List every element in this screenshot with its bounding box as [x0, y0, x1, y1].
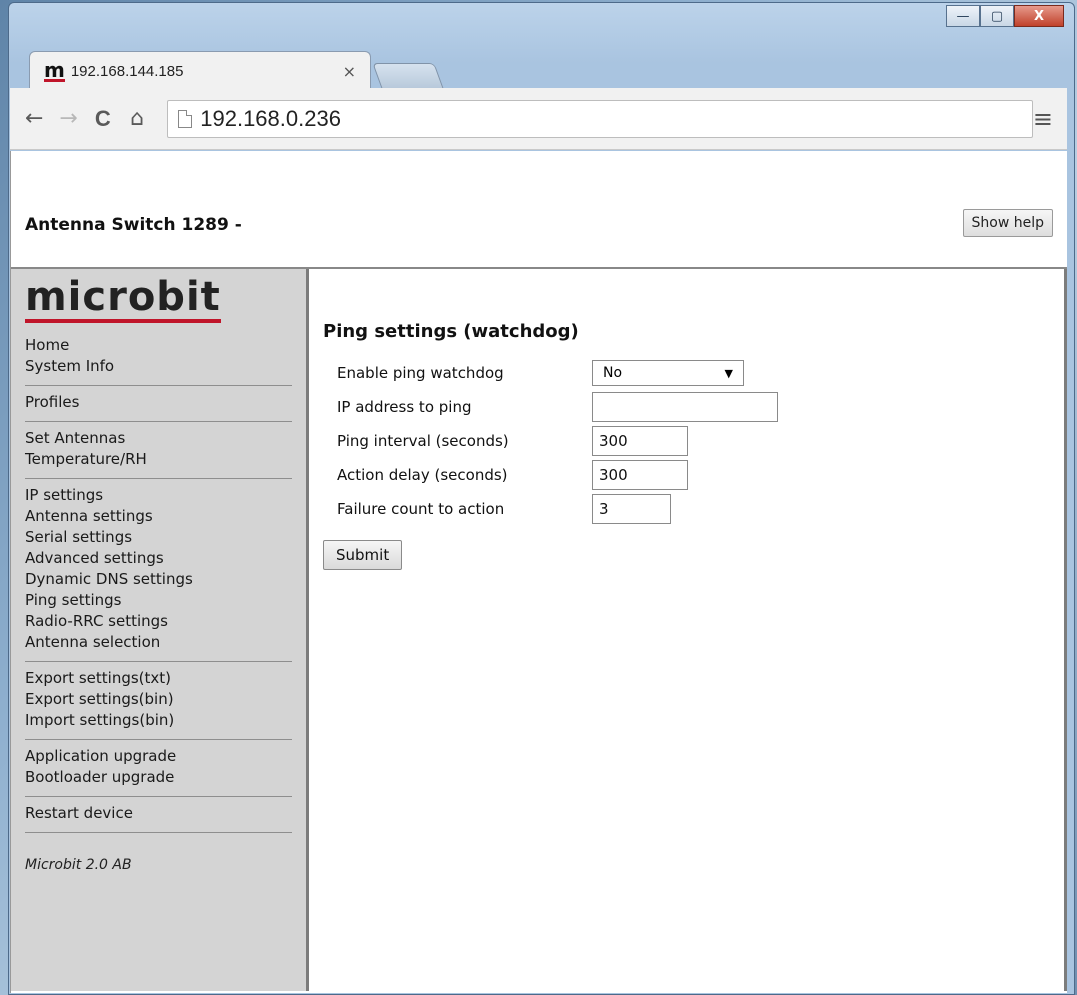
sidebar-item-temperature[interactable]: Temperature/RH [25, 449, 292, 470]
form-row-enable: Enable ping watchdog No ▼ [323, 356, 1067, 390]
delay-label: Action delay (seconds) [337, 466, 508, 484]
form-row-ip: IP address to ping [323, 390, 1067, 424]
sidebar-item-system-info[interactable]: System Info [25, 356, 292, 377]
forward-icon[interactable]: → [52, 106, 84, 131]
favicon-icon: m [44, 57, 65, 82]
sidebar-item-set-antennas[interactable]: Set Antennas [25, 428, 292, 449]
sidebar-item-dynamic-dns-settings[interactable]: Dynamic DNS settings [25, 569, 292, 590]
sidebar-item-home[interactable]: Home [25, 335, 292, 356]
url-text[interactable]: 192.168.0.236 [200, 106, 341, 132]
menu-group-export: Export settings(txt) Export settings(bin… [25, 662, 292, 740]
microbit-logo: microbit [25, 277, 221, 323]
browser-toolbar: ← → C ⌂ 192.168.0.236 ≡ [10, 88, 1067, 150]
interval-label: Ping interval (seconds) [337, 432, 509, 450]
sidebar-item-serial-settings[interactable]: Serial settings [25, 527, 292, 548]
sidebar-item-antenna-selection[interactable]: Antenna selection [25, 632, 292, 653]
show-help-button[interactable]: Show help [962, 209, 1053, 237]
menu-group-general: Home System Info [25, 335, 292, 386]
tab-bar: m 192.168.144.185 × [29, 43, 444, 91]
page-icon [178, 109, 193, 128]
browser-tab[interactable]: m 192.168.144.185 × [29, 51, 371, 91]
home-icon[interactable]: ⌂ [121, 106, 153, 131]
menu-group-antennas: Set Antennas Temperature/RH [25, 422, 292, 479]
form-row-delay: Action delay (seconds) [323, 458, 1067, 492]
page-header: Antenna Switch 1289 - Show help [11, 151, 1067, 269]
device-title: Antenna Switch 1289 - [25, 215, 242, 235]
sidebar-item-radio-rrc-settings[interactable]: Radio-RRC settings [25, 611, 292, 632]
sidebar-item-ping-settings[interactable]: Ping settings [25, 590, 292, 611]
menu-group-restart: Restart device [25, 797, 292, 833]
main-content: Ping settings (watchdog) Enable ping wat… [309, 269, 1067, 991]
enable-watchdog-select[interactable]: No ▼ [592, 360, 744, 386]
menu-group-upgrade: Application upgrade Bootloader upgrade [25, 740, 292, 797]
maximize-button[interactable]: ▢ [980, 5, 1014, 27]
sidebar-item-export-bin[interactable]: Export settings(bin) [25, 689, 292, 710]
enable-label: Enable ping watchdog [337, 364, 504, 382]
failure-count-input[interactable] [592, 494, 671, 524]
sidebar-item-antenna-settings[interactable]: Antenna settings [25, 506, 292, 527]
sidebar-item-advanced-settings[interactable]: Advanced settings [25, 548, 292, 569]
ip-label: IP address to ping [337, 398, 472, 416]
address-bar[interactable]: 192.168.0.236 [167, 99, 1033, 138]
failure-label: Failure count to action [337, 500, 505, 518]
sidebar-item-ip-settings[interactable]: IP settings [25, 485, 292, 506]
ping-interval-input[interactable] [592, 426, 688, 456]
window-controls: — ▢ X [946, 5, 1064, 27]
close-window-button[interactable]: X [1014, 5, 1064, 27]
tab-close-icon[interactable]: × [343, 62, 356, 81]
submit-button[interactable]: Submit [323, 540, 403, 570]
sidebar-footer: Microbit 2.0 AB [25, 857, 132, 873]
page-viewport: Antenna Switch 1289 - Show help microbit… [10, 151, 1067, 993]
minimize-button[interactable]: — [946, 5, 980, 27]
sidebar-item-import-bin[interactable]: Import settings(bin) [25, 710, 292, 731]
form-row-interval: Ping interval (seconds) [323, 424, 1067, 458]
menu-group-settings: IP settings Antenna settings Serial sett… [25, 479, 292, 662]
sidebar-item-restart-device[interactable]: Restart device [25, 803, 292, 824]
sidebar-item-export-txt[interactable]: Export settings(txt) [25, 668, 292, 689]
enable-select-value: No [603, 365, 623, 381]
back-icon[interactable]: ← [18, 106, 50, 131]
reload-icon[interactable]: C [87, 106, 119, 132]
action-delay-input[interactable] [592, 460, 688, 490]
chevron-down-icon: ▼ [724, 366, 733, 380]
form-row-failure: Failure count to action [323, 492, 1067, 526]
menu-group-profiles: Profiles [25, 386, 292, 422]
new-tab-button[interactable] [372, 63, 444, 89]
menu-icon[interactable]: ≡ [1033, 105, 1053, 133]
tab-title: 192.168.144.185 [70, 63, 184, 80]
sidebar-item-profiles[interactable]: Profiles [25, 392, 292, 413]
sidebar-item-application-upgrade[interactable]: Application upgrade [25, 746, 292, 767]
sidebar: microbit Home System Info Profiles Set A… [11, 269, 309, 991]
sidebar-item-bootloader-upgrade[interactable]: Bootloader upgrade [25, 767, 292, 788]
content-border [1064, 269, 1067, 991]
ip-address-input[interactable] [592, 392, 778, 422]
page-title: Ping settings (watchdog) [323, 321, 579, 342]
